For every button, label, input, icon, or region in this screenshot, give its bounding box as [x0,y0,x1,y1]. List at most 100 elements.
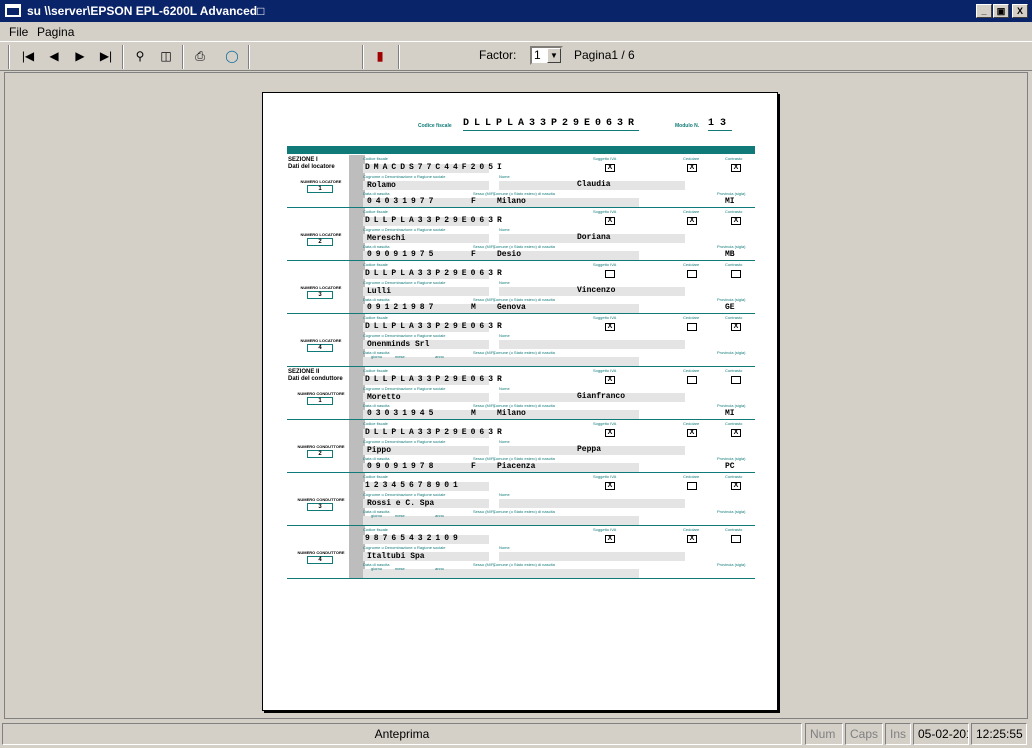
entry-number: 2 [307,450,333,458]
form-block: Codice fiscale Cognome o Denominazione o … [287,420,755,473]
last-page-icon[interactable]: ▶| [96,47,116,65]
comune-col-label: Comune (o Stato estero) di nascita [493,244,555,249]
cf-col-label: Codice fiscale [363,368,388,373]
sesso-col-label: Sesso (M/F) [473,456,495,461]
iva-checkbox[interactable]: X [605,429,615,437]
restore-button[interactable]: ▣ [993,4,1009,18]
prov-field: PC [725,462,735,471]
cognome-field: Pippo [367,446,392,455]
comune-field: Milano [497,409,526,418]
status-caps: Caps [845,723,883,745]
cognome-col-label: Cognome o Denominazione o Ragione social… [363,545,446,550]
menu-pagina[interactable]: Pagina [37,25,74,39]
toolbar-separator [362,45,364,69]
cedolare-checkbox[interactable]: X [687,217,697,225]
section-subtitle: Dati del conduttore [288,376,343,382]
cf-value: DLLPLA33P29E063R [463,118,640,131]
first-page-icon[interactable]: |◀ [18,47,38,65]
cognome-col-label: Cognome o Denominazione o Ragione social… [363,439,446,444]
close-button[interactable]: X [1012,4,1028,18]
contrasto-col-label: Contrasto [725,315,743,320]
iva-checkbox[interactable]: X [605,217,615,225]
sesso-field: F [471,197,476,206]
book-icon[interactable]: ◫ [156,47,176,65]
nome-col-label: Nome [499,492,510,497]
cf-col-label: Codice fiscale [363,421,388,426]
contrasto-checkbox[interactable]: X [731,164,741,172]
iva-checkbox[interactable] [605,270,615,278]
menu-file[interactable]: File [9,25,28,39]
cf-col-label: Codice fiscale [363,156,388,161]
contrasto-col-label: Contrasto [725,368,743,373]
next-page-icon[interactable]: ▶ [70,47,90,65]
nascita-field: 09121987 [367,303,438,312]
cedolare-checkbox[interactable] [687,323,697,331]
iva-checkbox[interactable]: X [605,376,615,384]
cedolare-checkbox[interactable] [687,376,697,384]
iva-checkbox[interactable]: X [605,323,615,331]
cf-field: DLLPLA33P29E063R [365,428,506,437]
factor-select[interactable]: 1 ▼ [530,46,563,65]
cedolare-checkbox[interactable]: X [687,535,697,543]
iva-checkbox[interactable]: X [605,535,615,543]
minimize-button[interactable]: _ [976,4,992,18]
status-num: Num [805,723,843,745]
cf-field: 12345678901 [365,481,462,490]
comune-field: Milano [497,197,526,206]
numero-conduttore-label: NUMERO CONDUTTORE [297,391,345,396]
sesso-col-label: Sesso (M/F) [473,509,495,514]
zoom-icon[interactable]: ⚲ [130,47,150,65]
numero-conduttore-label: NUMERO CONDUTTORE [297,497,345,502]
prov-col-label: Provincia (sigla) [717,509,746,514]
entry-number: 3 [307,291,333,299]
contrasto-checkbox[interactable]: X [731,482,741,490]
field-bg [499,552,685,561]
toolbar-separator [122,45,124,69]
nascita-col-label: Data di nascita [363,297,390,302]
cedolare-checkbox[interactable] [687,482,697,490]
toolbar-grip [8,45,10,69]
cedolare-checkbox[interactable]: X [687,429,697,437]
cedolare-col-label: Cedolare [683,315,700,320]
cedolare-checkbox[interactable]: X [687,164,697,172]
cedolare-checkbox[interactable] [687,270,697,278]
iva-checkbox[interactable]: X [605,482,615,490]
cognome-col-label: Cognome o Denominazione o Ragione social… [363,280,446,285]
print-icon[interactable]: ⎙ [190,47,210,65]
comune-field: Desio [497,250,522,259]
entry-number: 4 [307,556,333,564]
sesso-field: F [471,462,476,471]
toolbar-separator [248,45,250,69]
prov-col-label: Provincia (sigla) [717,562,746,567]
chevron-down-icon[interactable]: ▼ [547,48,561,63]
contrasto-checkbox[interactable] [731,270,741,278]
toolbar-separator [398,45,400,69]
field-bg [417,569,639,578]
iva-checkbox[interactable]: X [605,164,615,172]
prev-page-icon[interactable]: ◀ [44,47,64,65]
window-icon[interactable] [5,4,21,17]
field-bg [499,499,685,508]
numero-locatore-label: NUMERO LOCATORE [300,285,342,290]
contrasto-checkbox[interactable] [731,535,741,543]
modulo-value: 13 [708,118,733,131]
contrasto-checkbox[interactable]: X [731,217,741,225]
nome-field: Doriana [577,233,611,242]
contrasto-checkbox[interactable]: X [731,429,741,437]
contrasto-checkbox[interactable] [731,376,741,384]
field-bg [499,340,685,349]
form-block: Codice fiscale Cognome o Denominazione o … [287,473,755,526]
page-indicator: Pagina1 / 6 [574,48,635,62]
nome-col-label: Nome [499,439,510,444]
contrasto-checkbox[interactable]: X [731,323,741,331]
exit-icon[interactable]: ▮ [370,47,390,65]
nascita-col-label: Data di nascita [363,191,390,196]
cedolare-col-label: Cedolare [683,209,700,214]
window-title: su \\server\EPSON EPL-6200L Advanced□ [27,4,265,18]
cognome-field: Mereschi [367,234,406,243]
export-icon[interactable]: ◯ [222,47,242,65]
cognome-col-label: Cognome o Denominazione o Ragione social… [363,227,446,232]
factor-label: Factor: [479,48,517,62]
cf-col-label: Codice fiscale [363,527,388,532]
cedolare-col-label: Cedolare [683,262,700,267]
